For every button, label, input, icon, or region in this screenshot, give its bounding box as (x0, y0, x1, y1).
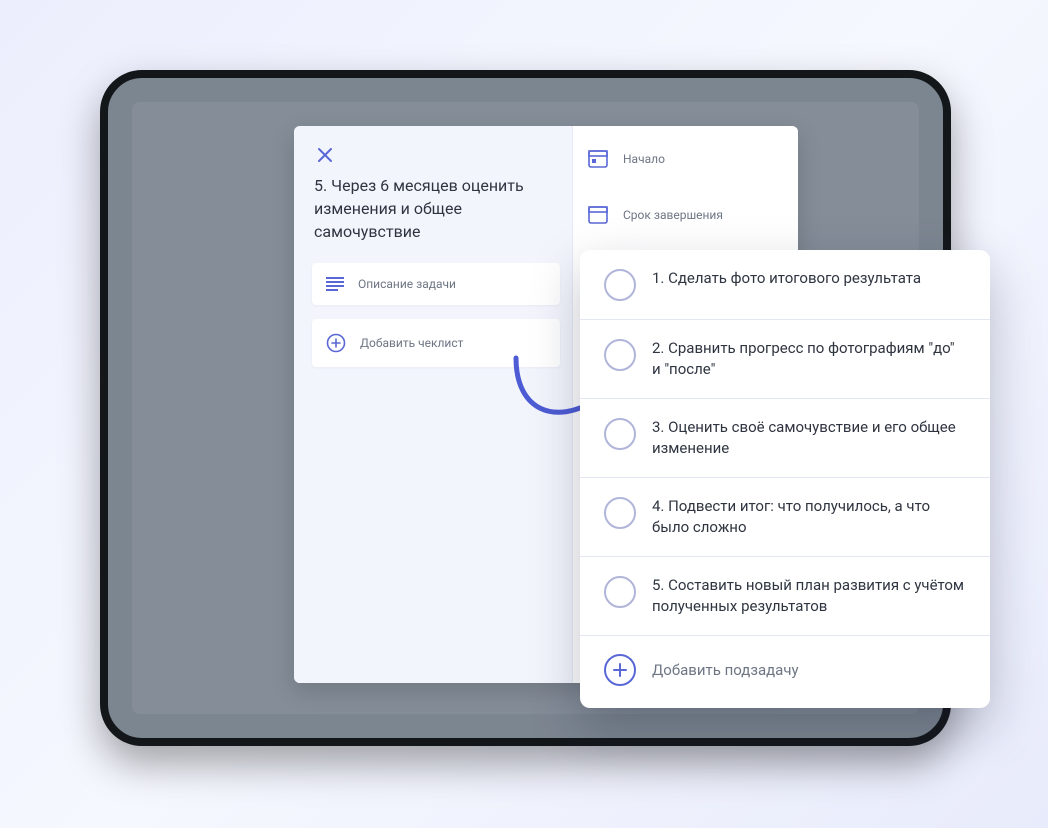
subtask-checkbox[interactable] (604, 269, 636, 301)
add-checklist-label: Добавить чеклист (360, 336, 463, 350)
plus-circle-icon (604, 654, 636, 686)
add-checklist-button[interactable]: Добавить чеклист (312, 319, 560, 367)
subtask-checkbox[interactable] (604, 576, 636, 608)
calendar-due-icon (587, 204, 609, 226)
subtask-item[interactable]: 2. Сравнить прогресс по фотографиям "до"… (580, 320, 990, 399)
task-title: 5. Через 6 месяцев оценить изменения и о… (314, 174, 554, 243)
calendar-start-icon (587, 148, 609, 170)
subtask-item[interactable]: 4. Подвести итог: что получилось, а что … (580, 478, 990, 557)
subtask-item[interactable]: 1. Сделать фото итогового результата (580, 250, 990, 320)
close-icon (317, 147, 333, 163)
start-date-row[interactable]: Начало (585, 140, 786, 178)
description-card[interactable]: Описание задачи (312, 263, 560, 305)
subtask-item[interactable]: 5. Составить новый план развития с учёто… (580, 557, 990, 636)
subtask-text: 5. Составить новый план развития с учёто… (652, 575, 966, 617)
subtask-checkbox[interactable] (604, 339, 636, 371)
task-pane-left: 5. Через 6 месяцев оценить изменения и о… (294, 126, 573, 683)
description-placeholder: Описание задачи (358, 277, 456, 291)
subtask-checkbox[interactable] (604, 418, 636, 450)
subtask-text: 1. Сделать фото итогового результата (652, 268, 921, 289)
due-date-row[interactable]: Срок завершения (585, 196, 786, 234)
subtask-text: 3. Оценить своё самочувствие и его общее… (652, 417, 966, 459)
subtask-item[interactable]: 3. Оценить своё самочувствие и его общее… (580, 399, 990, 478)
add-subtask-button[interactable]: Добавить подзадачу (580, 636, 990, 708)
subtask-checkbox[interactable] (604, 497, 636, 529)
subtask-text: 2. Сравнить прогресс по фотографиям "до"… (652, 338, 966, 380)
subtasks-popover: 1. Сделать фото итогового результата 2. … (580, 250, 990, 708)
add-subtask-label: Добавить подзадачу (652, 661, 799, 679)
due-date-label: Срок завершения (623, 208, 723, 222)
start-date-label: Начало (623, 152, 665, 166)
text-lines-icon (326, 277, 344, 291)
close-button[interactable] (312, 142, 338, 168)
plus-circle-icon (326, 333, 346, 353)
subtask-text: 4. Подвести итог: что получилось, а что … (652, 496, 966, 538)
